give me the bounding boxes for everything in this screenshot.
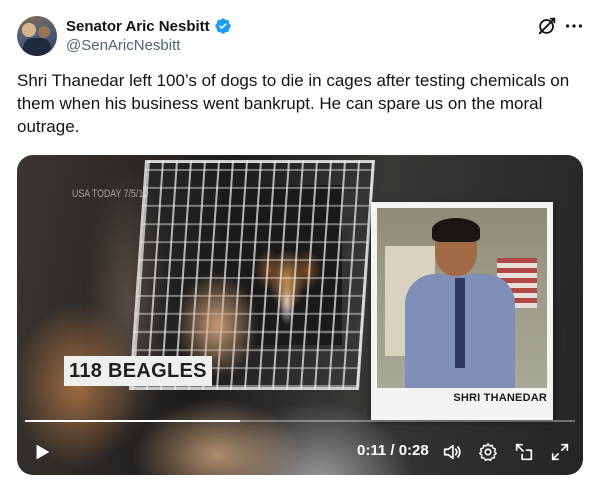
video-inset-photo: SHRI THANEDAR [371, 202, 553, 420]
video-lower-third: 118 BEAGLES [64, 356, 212, 386]
grok-icon[interactable] [536, 15, 558, 37]
video-player[interactable]: USA TODAY 7/5/10 118 BEAGLES SHRI THANED… [17, 155, 583, 475]
fullscreen-icon[interactable] [549, 441, 571, 463]
more-icon[interactable] [563, 15, 585, 37]
pip-icon[interactable] [513, 441, 535, 463]
tweet: Senator Aric Nesbitt @SenAricNesbitt Shr… [0, 0, 594, 486]
tweet-text: Shri Thanedar left 100’s of dogs to die … [17, 71, 570, 136]
author-name-row: Senator Aric Nesbitt [66, 16, 232, 36]
settings-icon[interactable] [477, 441, 499, 463]
inset-person-tie [455, 278, 465, 368]
video-watermark: USA TODAY 7/5/10 [72, 188, 149, 200]
volume-icon[interactable] [441, 441, 463, 463]
play-icon[interactable] [31, 441, 53, 463]
author-display-name[interactable]: Senator Aric Nesbitt [66, 18, 210, 35]
inset-person-hair [432, 218, 480, 242]
video-progress-bar[interactable] [25, 420, 575, 422]
video-time-display: 0:11 / 0:28 [357, 442, 429, 459]
inset-photo-image [377, 208, 547, 388]
avatar[interactable] [17, 16, 57, 56]
verified-badge-icon [214, 18, 231, 34]
inset-caption: SHRI THANEDAR [453, 392, 547, 404]
author-handle[interactable]: @SenAricNesbitt [66, 37, 180, 54]
video-progress-fill [25, 420, 240, 422]
